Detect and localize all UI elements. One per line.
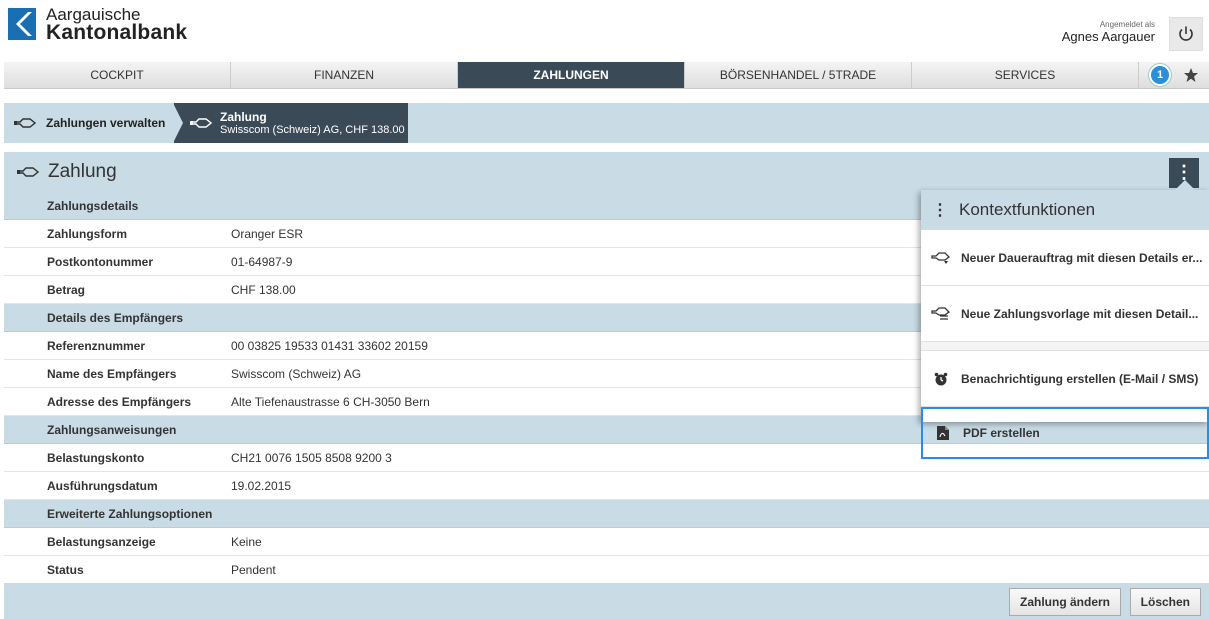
menu-item-payment-template[interactable]: Neue Zahlungsvorlage mit diesen Detail..… bbox=[921, 286, 1209, 342]
user-info: Angemeldet als Agnes Aargauer bbox=[1062, 20, 1155, 44]
standing-order-icon bbox=[921, 251, 961, 265]
row-label: Betrag bbox=[4, 275, 231, 304]
section-header: Erweiterte Zahlungsoptionen bbox=[4, 499, 1209, 528]
breadcrumb-item-zahlungen[interactable]: Zahlungen verwalten bbox=[4, 103, 165, 143]
brand-line-2: Kantonalbank bbox=[46, 21, 188, 44]
nav-extras: 1 bbox=[1139, 62, 1209, 88]
table-row: Belastungsanzeige Keine bbox=[4, 527, 1209, 556]
menu-item-label: Benachrichtigung erstellen (E-Mail / SMS… bbox=[961, 371, 1199, 386]
header: Aargauische Kantonalbank Angemeldet als … bbox=[0, 0, 1209, 62]
notification-badge[interactable]: 1 bbox=[1149, 64, 1171, 86]
logout-button[interactable] bbox=[1169, 17, 1203, 51]
menu-item-pdf[interactable]: PDF erstellen bbox=[921, 407, 1209, 459]
breadcrumb: Zahlungen verwalten Zahlung Swisscom (Sc… bbox=[4, 103, 1209, 143]
row-label: Ausführungsdatum bbox=[4, 471, 231, 500]
panel-header: Zahlung ⋮ bbox=[4, 152, 1209, 192]
tab-finanzen[interactable]: FINANZEN bbox=[231, 62, 458, 88]
delete-button[interactable]: Löschen bbox=[1129, 588, 1201, 616]
more-vertical-icon: ⋮ bbox=[932, 202, 948, 219]
row-label: Name des Empfängers bbox=[4, 359, 231, 388]
menu-item-label: PDF erstellen bbox=[963, 426, 1040, 440]
row-label: Referenznummer bbox=[4, 331, 231, 360]
payment-template-icon bbox=[921, 306, 961, 322]
row-value: 19.02.2015 bbox=[231, 471, 1209, 500]
payment-hand-icon bbox=[14, 118, 36, 128]
context-menu-title: Kontextfunktionen bbox=[959, 200, 1096, 219]
brand-name: Aargauische Kantonalbank bbox=[46, 6, 188, 44]
more-vertical-icon: ⋮ bbox=[1175, 162, 1193, 182]
payment-hand-icon bbox=[17, 167, 40, 177]
user-name: Agnes Aargauer bbox=[1061, 29, 1155, 44]
table-row: Ausführungsdatum 19.02.2015 bbox=[4, 471, 1209, 500]
page-title: Zahlung bbox=[48, 161, 117, 182]
tab-services[interactable]: SERVICES bbox=[912, 62, 1139, 88]
section-optionen: Erweiterte Zahlungsoptionen bbox=[4, 499, 1209, 528]
row-label: Adresse des Empfängers bbox=[4, 387, 231, 416]
menu-item-standing-order[interactable]: Neuer Dauerauftrag mit diesen Details er… bbox=[921, 230, 1209, 286]
breadcrumb-subtitle-2: Swisscom (Schweiz) AG, CHF 138.00 bbox=[220, 124, 405, 136]
row-label: Postkontonummer bbox=[4, 247, 231, 276]
row-label: Status bbox=[4, 555, 231, 584]
row-value: Pendent bbox=[231, 555, 1209, 584]
menu-item-label: Neue Zahlungsvorlage mit diesen Detail..… bbox=[961, 306, 1199, 321]
row-label: Belastungsanzeige bbox=[4, 527, 231, 556]
menu-item-notification[interactable]: Benachrichtigung erstellen (E-Mail / SMS… bbox=[921, 351, 1209, 407]
edit-payment-button[interactable]: Zahlung ändern bbox=[1009, 588, 1121, 616]
bank-logo[interactable] bbox=[8, 8, 36, 40]
tab-boersenhandel[interactable]: BÖRSENHANDEL / 5TRADE bbox=[685, 62, 912, 88]
context-menu-header: ⋮ Kontextfunktionen bbox=[921, 190, 1209, 230]
tab-zahlungen[interactable]: ZAHLUNGEN bbox=[458, 62, 685, 88]
table-row: Status Pendent bbox=[4, 555, 1209, 584]
breadcrumb-item-zahlung: Zahlung Swisscom (Schweiz) AG, CHF 138.0… bbox=[173, 103, 408, 143]
breadcrumb-label-1: Zahlungen verwalten bbox=[46, 116, 166, 130]
context-menu: ⋮ Kontextfunktionen Neuer Dauerauftrag m… bbox=[921, 180, 1209, 459]
row-label: Belastungskonto bbox=[4, 443, 231, 472]
action-bar: Zahlung ändern Löschen bbox=[4, 583, 1209, 619]
power-icon bbox=[1179, 26, 1193, 41]
row-value: Keine bbox=[231, 527, 1209, 556]
breadcrumb-title-2: Zahlung bbox=[220, 110, 267, 124]
tab-cockpit[interactable]: COCKPIT bbox=[4, 62, 231, 88]
menu-item-label: Neuer Dauerauftrag mit diesen Details er… bbox=[961, 250, 1203, 265]
main-nav: COCKPIT FINANZEN ZAHLUNGEN BÖRSENHANDEL … bbox=[4, 62, 1209, 89]
star-icon[interactable] bbox=[1183, 67, 1199, 83]
payment-hand-icon bbox=[190, 118, 212, 128]
alarm-clock-icon bbox=[921, 372, 961, 386]
pdf-icon bbox=[923, 425, 963, 441]
row-label: Zahlungsform bbox=[4, 219, 231, 248]
menu-separator bbox=[921, 342, 1209, 351]
logged-in-label: Angemeldet als bbox=[1099, 20, 1155, 29]
